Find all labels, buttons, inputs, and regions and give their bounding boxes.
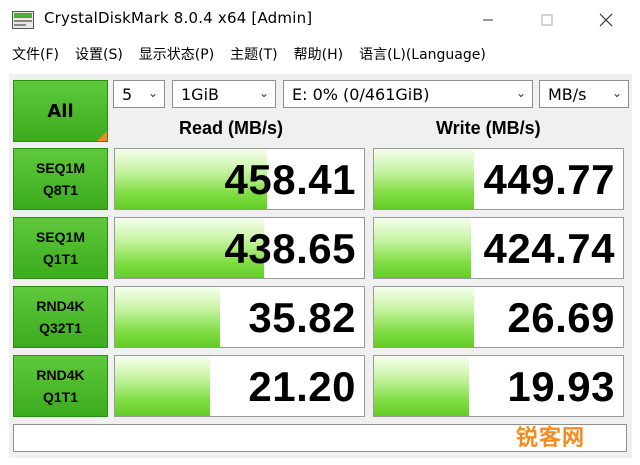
unit-value: MB/s xyxy=(548,84,587,104)
read-result-value: 21.20 xyxy=(248,363,356,410)
crystaldiskmark-app-icon xyxy=(12,11,34,29)
watermark-logo: 锐客网 xyxy=(516,426,586,451)
window-title: CrystalDiskMark 8.0.4 x64 [Admin] xyxy=(44,9,313,27)
menu-profile[interactable]: 显示状态(P) xyxy=(133,44,220,64)
write-result-value: 449.77 xyxy=(483,156,615,203)
test-name-line1: RND4K xyxy=(36,367,85,383)
read-result-cell: 458.41 xyxy=(114,148,365,210)
test-button-rnd4k-q1t1[interactable]: RND4K Q1T1 xyxy=(13,355,108,417)
unit-select[interactable]: MB/s ⌄ xyxy=(539,80,629,108)
test-name-line2: Q8T1 xyxy=(42,182,78,198)
write-result-value: 424.74 xyxy=(483,225,615,272)
read-progress-bar xyxy=(115,356,210,416)
minimize-button[interactable] xyxy=(465,0,511,40)
minimize-icon xyxy=(483,19,493,21)
menu-help[interactable]: 帮助(H) xyxy=(288,44,349,64)
close-icon xyxy=(599,13,613,27)
read-result-value: 438.65 xyxy=(224,225,356,272)
write-progress-bar xyxy=(374,149,474,209)
chevron-down-icon: ⌄ xyxy=(515,86,526,100)
write-result-value: 19.93 xyxy=(507,363,615,410)
write-progress-bar xyxy=(374,218,472,278)
read-progress-bar xyxy=(115,287,220,347)
read-result-value: 35.82 xyxy=(248,294,356,341)
benchmark-panel: All 5 ⌄ 1GiB ⌄ E: 0% (0/461GiB) ⌄ MB/s ⌄… xyxy=(9,74,632,458)
corner-marker-icon xyxy=(97,131,107,141)
test-button-rnd4k-q32t1[interactable]: RND4K Q32T1 xyxy=(13,286,108,348)
test-count-value: 5 xyxy=(122,84,133,104)
write-result-value: 26.69 xyxy=(507,294,615,341)
menu-settings[interactable]: 设置(S) xyxy=(69,44,129,64)
test-name-line1: SEQ1M xyxy=(35,160,85,176)
write-result-cell: 449.77 xyxy=(373,148,624,210)
chevron-down-icon: ⌄ xyxy=(147,86,158,100)
test-name-line1: RND4K xyxy=(36,298,85,314)
read-result-cell: 35.82 xyxy=(114,286,365,348)
chevron-down-icon: ⌄ xyxy=(611,86,622,100)
write-result-cell: 19.93 xyxy=(373,355,624,417)
run-all-label: All xyxy=(47,100,74,122)
chevron-down-icon: ⌄ xyxy=(258,86,269,100)
menu-bar: 文件(F) 设置(S) 显示状态(P) 主题(T) 帮助(H) 语言(L)(La… xyxy=(0,40,640,68)
read-result-value: 458.41 xyxy=(224,156,356,203)
read-column-header: Read (MB/s) xyxy=(179,118,284,138)
run-all-button[interactable]: All xyxy=(13,80,108,142)
write-result-cell: 424.74 xyxy=(373,217,624,279)
test-size-select[interactable]: 1GiB ⌄ xyxy=(172,80,276,108)
drive-select[interactable]: E: 0% (0/461GiB) ⌄ xyxy=(283,80,533,108)
close-button[interactable] xyxy=(583,0,629,40)
read-result-cell: 438.65 xyxy=(114,217,365,279)
menu-file[interactable]: 文件(F) xyxy=(6,44,65,64)
test-name-line2: Q32T1 xyxy=(39,320,82,336)
maximize-button[interactable] xyxy=(524,0,570,40)
write-result-cell: 26.69 xyxy=(373,286,624,348)
test-name-line2: Q1T1 xyxy=(42,251,78,267)
test-size-value: 1GiB xyxy=(181,84,219,104)
test-button-seq1m-q1t1[interactable]: SEQ1M Q1T1 xyxy=(13,217,108,279)
maximize-icon xyxy=(541,14,553,26)
write-column-header: Write (MB/s) xyxy=(436,118,541,138)
test-button-seq1m-q8t1[interactable]: SEQ1M Q8T1 xyxy=(13,148,108,210)
test-name-line1: SEQ1M xyxy=(35,229,85,245)
menu-language[interactable]: 语言(L)(Language) xyxy=(353,44,492,64)
drive-value: E: 0% (0/461GiB) xyxy=(292,84,430,104)
write-progress-bar xyxy=(374,287,474,347)
menu-theme[interactable]: 主题(T) xyxy=(224,44,283,64)
title-bar: CrystalDiskMark 8.0.4 x64 [Admin] xyxy=(0,0,640,40)
test-name-line2: Q1T1 xyxy=(42,389,78,405)
write-progress-bar xyxy=(374,356,469,416)
read-result-cell: 21.20 xyxy=(114,355,365,417)
test-count-select[interactable]: 5 ⌄ xyxy=(113,80,165,108)
